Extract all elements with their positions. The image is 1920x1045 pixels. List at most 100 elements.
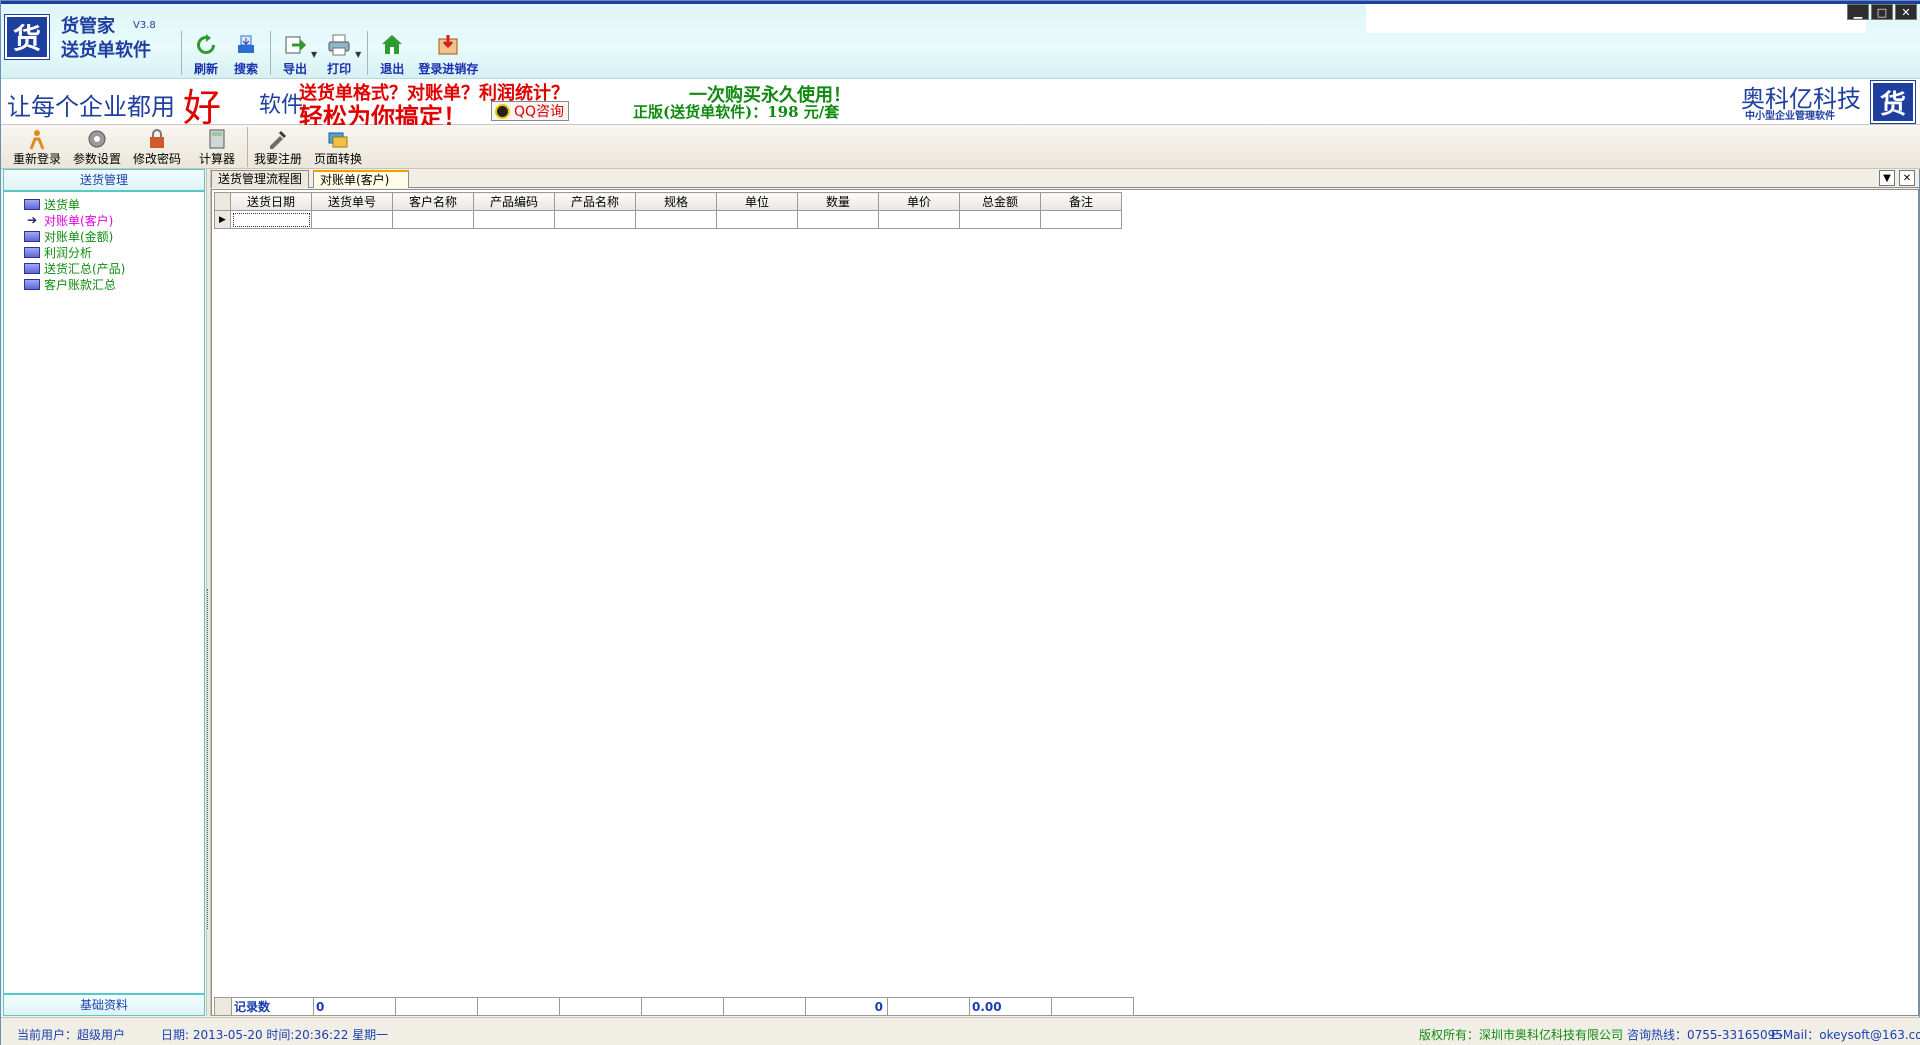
exit-icon [378, 32, 406, 58]
folder-icon [24, 262, 40, 274]
app-name-line2: 送货单软件 [61, 40, 151, 61]
current-user: 当前用户：超级用户 [17, 1028, 126, 1042]
relogin-icon [25, 128, 49, 150]
export-dropdown-icon[interactable]: ▼ [311, 50, 317, 59]
table-cell[interactable] [554, 210, 636, 229]
column-header[interactable]: 单价 [878, 192, 960, 211]
table-header-row: 送货日期 送货单号 客户名称 产品编码 产品名称 规格 单位 数量 单价 总金额… [214, 192, 1122, 211]
nav-item-label: 利润分析 [44, 245, 93, 260]
nav-panel-header[interactable]: 送货管理 [4, 170, 204, 192]
table-row[interactable]: ▶ [214, 210, 1122, 229]
tab-list-dropdown-icon[interactable]: ▼ [1879, 170, 1895, 186]
table-cell[interactable] [797, 210, 879, 229]
nav-item-label: 送货单 [44, 197, 81, 212]
table-cell[interactable] [959, 210, 1041, 229]
nav-item-profit-analysis[interactable]: 利润分析 [24, 244, 204, 260]
table-cell[interactable] [878, 210, 960, 229]
close-window-button[interactable]: ✕ [1895, 4, 1917, 20]
search-label: 搜索 [233, 62, 258, 76]
exit-button[interactable]: 退出 [372, 29, 412, 77]
folder-icon [24, 230, 40, 242]
calculator-label: 计算器 [198, 152, 235, 166]
record-count-label: 记录数 [231, 997, 314, 1016]
register-label: 我要注册 [253, 152, 302, 166]
export-button[interactable]: 导出 [275, 29, 315, 77]
summary-row: 记录数 0 0 0.00 [214, 997, 1134, 1016]
table-cell[interactable] [1040, 210, 1122, 229]
statement-table: 送货日期 送货单号 客户名称 产品编码 产品名称 规格 单位 数量 单价 总金额… [214, 192, 1122, 229]
app-logo: 货 [4, 14, 50, 60]
table-cell[interactable] [392, 210, 474, 229]
tab-close-icon[interactable]: ✕ [1899, 170, 1915, 186]
summary-cell [887, 997, 970, 1016]
column-header[interactable]: 客户名称 [392, 192, 474, 211]
print-dropdown-icon[interactable]: ▼ [355, 50, 361, 59]
minimize-button[interactable]: ▁ [1847, 4, 1869, 20]
app-window: 货 货管家 送货单软件 V3.8 刷新 搜索 导出 ▼ 打印 ▼ 退出 登录进销… [0, 0, 1920, 1045]
toolbar-separator [270, 31, 271, 75]
qq-icon [495, 104, 510, 119]
column-header[interactable]: 规格 [635, 192, 717, 211]
main-toolbar: 刷新 搜索 导出 ▼ 打印 ▼ 退出 登录进销存 [177, 29, 484, 79]
table-cell[interactable] [635, 210, 717, 229]
qq-consult-label: QQ咨询 [514, 104, 565, 120]
export-label: 导出 [282, 62, 307, 76]
splitter-grip[interactable] [207, 589, 210, 929]
change-password-button[interactable]: 修改密码 [127, 125, 187, 169]
column-header[interactable]: 产品名称 [554, 192, 636, 211]
slogan-highlight: 好 [183, 86, 222, 130]
page-switch-icon [326, 128, 350, 150]
current-row-indicator-icon: ▶ [214, 210, 231, 229]
column-header[interactable]: 产品编码 [473, 192, 555, 211]
refresh-button[interactable]: 刷新 [186, 29, 226, 77]
nav-item-statement-customer[interactable]: ➔ 对账单(客户) [24, 212, 204, 228]
table-cell[interactable] [473, 210, 555, 229]
summary-indicator [214, 997, 232, 1016]
toolbar-separator [181, 31, 182, 75]
maximize-button[interactable]: □ [1871, 4, 1893, 20]
table-cell[interactable] [230, 210, 312, 229]
nav-panel: 送货管理 送货单 ➔ 对账单(客户) 对账单(金额) 利润分析 送货汇总(产品) [3, 169, 205, 1016]
calculator-button[interactable]: 计算器 [187, 125, 247, 169]
record-count-value: 0 [313, 997, 396, 1016]
brand-logo: 货 [1870, 80, 1916, 124]
table-cell[interactable] [311, 210, 393, 229]
basic-data-section-button[interactable]: 基础资料 [4, 993, 204, 1015]
print-button[interactable]: 打印 [319, 29, 359, 77]
search-button[interactable]: 搜索 [226, 29, 266, 77]
login-inventory-button[interactable]: 登录进销存 [412, 29, 484, 77]
calculator-icon [205, 128, 229, 150]
row-indicator-header [214, 192, 231, 211]
tab-statement-customer[interactable]: 对账单(客户) [313, 170, 409, 188]
summary-cell [641, 997, 724, 1016]
page-switch-button[interactable]: 页面转换 [308, 125, 368, 169]
search-icon [232, 32, 260, 58]
nav-item-statement-amount[interactable]: 对账单(金额) [24, 228, 204, 244]
hotline: 咨询热线：0755-33165095 [1627, 1028, 1783, 1042]
nav-tree: 送货单 ➔ 对账单(客户) 对账单(金额) 利润分析 送货汇总(产品) 客户账款… [4, 192, 204, 292]
column-header[interactable]: 单位 [716, 192, 798, 211]
amount-total: 0.00 [969, 997, 1052, 1016]
nav-item-customer-account-summary[interactable]: 客户账款汇总 [24, 276, 204, 292]
document-tabs: 送货管理流程图 对账单(客户) ▼ ✕ [211, 169, 1919, 188]
toolbar-separator [367, 31, 369, 75]
column-header[interactable]: 送货单号 [311, 192, 393, 211]
register-button[interactable]: 我要注册 [248, 125, 308, 169]
print-label: 打印 [327, 62, 352, 76]
column-header[interactable]: 数量 [797, 192, 879, 211]
nav-item-label: 对账单(金额) [44, 229, 114, 244]
summary-cell [723, 997, 806, 1016]
nav-item-delivery-note[interactable]: 送货单 [24, 196, 204, 212]
column-header[interactable]: 总金额 [959, 192, 1041, 211]
qq-consult-button[interactable]: QQ咨询 [491, 101, 570, 121]
exit-label: 退出 [380, 62, 405, 76]
relogin-button[interactable]: 重新登录 [7, 125, 67, 169]
settings-button[interactable]: 参数设置 [67, 125, 127, 169]
column-header[interactable]: 备注 [1040, 192, 1122, 211]
tab-delivery-flowchart[interactable]: 送货管理流程图 [211, 170, 309, 188]
login-inventory-label: 登录进销存 [418, 62, 479, 76]
nav-item-delivery-summary-product[interactable]: 送货汇总(产品) [24, 260, 204, 276]
summary-cell [477, 997, 560, 1016]
table-cell[interactable] [716, 210, 798, 229]
column-header[interactable]: 送货日期 [230, 192, 312, 211]
